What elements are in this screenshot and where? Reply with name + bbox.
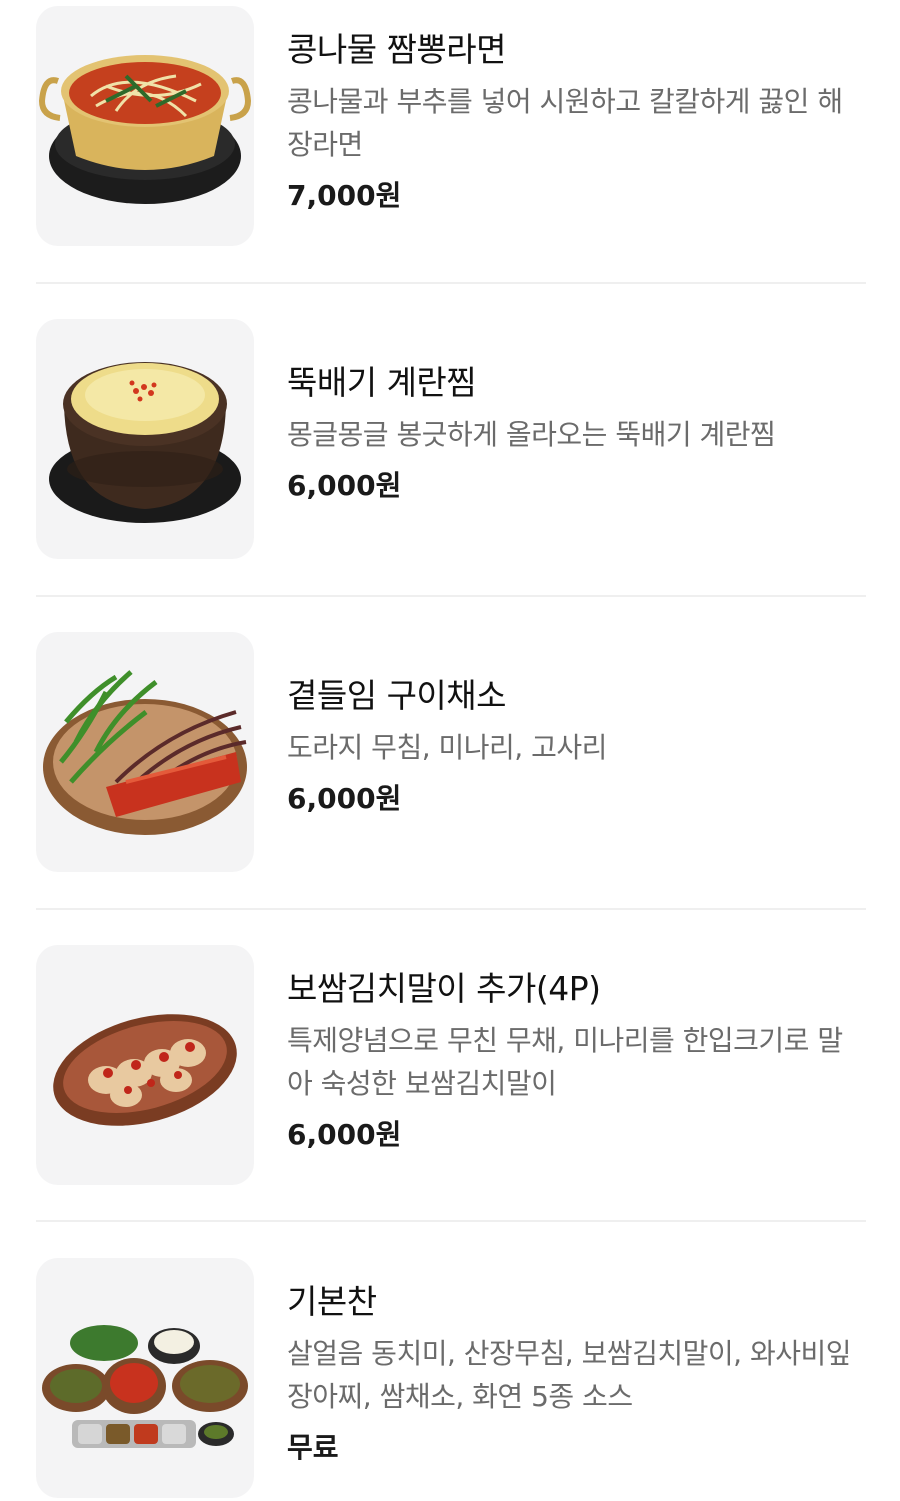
menu-item-description: 몽글몽글 봉긋하게 올라오는 뚝배기 계란찜 [287, 418, 776, 451]
menu-item-name: 콩나물 짬뽕라면 [287, 30, 507, 69]
divider [36, 908, 866, 910]
menu-item-description: 특제양념으로 무친 무채, 미나리를 한입크기로 말아 숙성한 보쌈김치말이 [287, 1024, 843, 1100]
divider [36, 282, 866, 284]
grilled-vegetables-image [36, 632, 254, 872]
divider [36, 1220, 866, 1222]
menu-item-price: 6,000원 [287, 469, 402, 502]
menu-item-description: 도라지 무침, 미나리, 고사리 [287, 731, 607, 764]
menu-item-name: 기본찬 [287, 1282, 377, 1321]
menu-item[interactable]: 곁들임 구이채소 도라지 무침, 미나리, 고사리 6,000원 [36, 632, 866, 872]
menu-item-text: 기본찬 살얼음 동치미, 산장무침, 보쌈김치말이, 와사비잎 장아찌, 쌈채소… [287, 1258, 867, 1468]
side-dishes-image [36, 1258, 254, 1498]
menu-item-text: 뚝배기 계란찜 몽글몽글 봉긋하게 올라오는 뚝배기 계란찜 6,000원 [287, 319, 867, 506]
kimchi-roll-image [36, 945, 254, 1185]
menu-item-name: 뚝배기 계란찜 [287, 363, 477, 402]
ramen-pot-image [36, 6, 254, 246]
menu-item-price: 6,000원 [287, 782, 402, 815]
menu-item[interactable]: 뚝배기 계란찜 몽글몽글 봉긋하게 올라오는 뚝배기 계란찜 6,000원 [36, 319, 866, 559]
menu-item[interactable]: 기본찬 살얼음 동치미, 산장무침, 보쌈김치말이, 와사비잎 장아찌, 쌈채소… [36, 1258, 866, 1498]
menu-item-text: 보쌈김치말이 추가(4P) 특제양념으로 무친 무채, 미나리를 한입크기로 말… [287, 945, 867, 1155]
menu-item-name: 보쌈김치말이 추가(4P) [287, 969, 601, 1008]
menu-item-name: 곁들임 구이채소 [287, 676, 507, 715]
menu-item-description: 콩나물과 부추를 넣어 시원하고 칼칼하게 끓인 해장라면 [287, 85, 843, 161]
steamed-egg-image [36, 319, 254, 559]
menu-item[interactable]: 콩나물 짬뽕라면 콩나물과 부추를 넣어 시원하고 칼칼하게 끓인 해장라면 7… [36, 6, 866, 246]
divider [36, 595, 866, 597]
menu-item-text: 콩나물 짬뽕라면 콩나물과 부추를 넣어 시원하고 칼칼하게 끓인 해장라면 7… [287, 6, 867, 216]
menu-item-price: 무료 [287, 1431, 339, 1464]
menu-list: 콩나물 짬뽕라면 콩나물과 부추를 넣어 시원하고 칼칼하게 끓인 해장라면 7… [0, 0, 900, 1501]
menu-item-text: 곁들임 구이채소 도라지 무침, 미나리, 고사리 6,000원 [287, 632, 867, 819]
menu-item[interactable]: 보쌈김치말이 추가(4P) 특제양념으로 무친 무채, 미나리를 한입크기로 말… [36, 945, 866, 1185]
menu-item-price: 6,000원 [287, 1118, 402, 1151]
menu-item-description: 살얼음 동치미, 산장무침, 보쌈김치말이, 와사비잎 장아찌, 쌈채소, 화연… [287, 1337, 852, 1413]
menu-item-price: 7,000원 [287, 179, 402, 212]
